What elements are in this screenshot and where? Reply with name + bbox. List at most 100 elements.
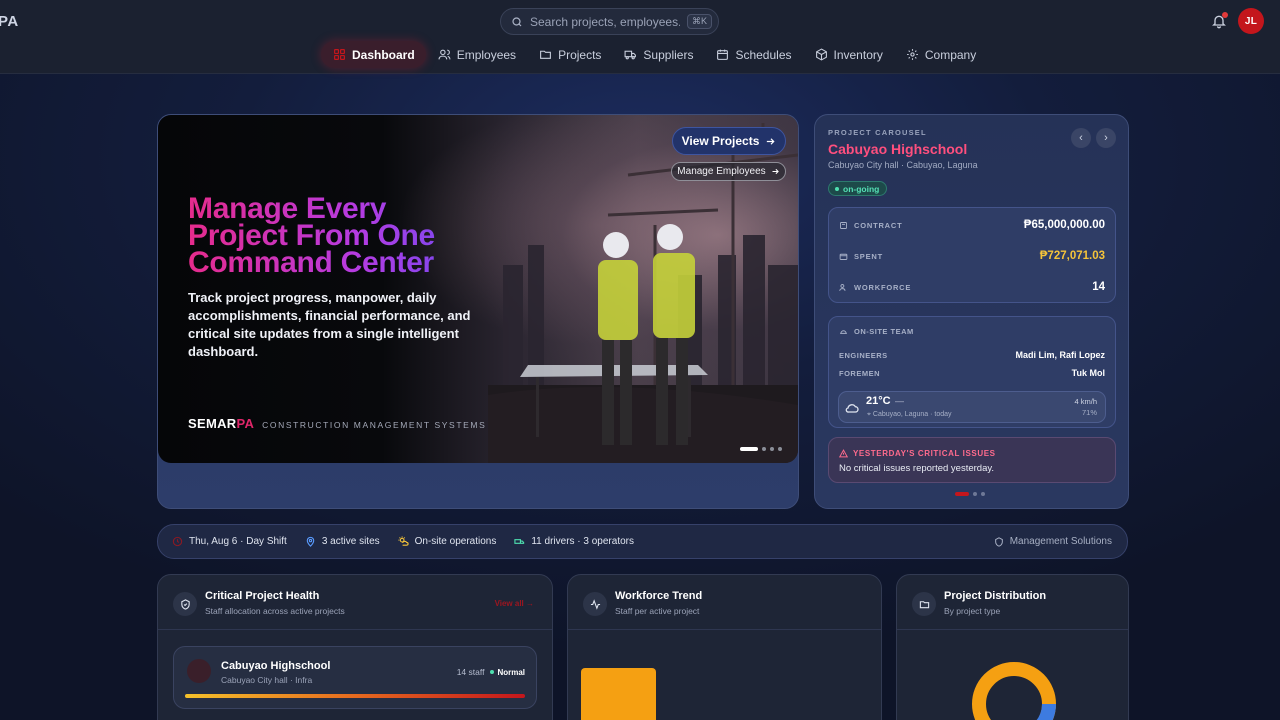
users-icon bbox=[839, 283, 846, 291]
nav-company[interactable]: Company bbox=[894, 41, 987, 68]
box-icon bbox=[815, 48, 827, 61]
status-dot bbox=[835, 186, 839, 191]
brand-logo: SEMARPA bbox=[188, 416, 255, 431]
carousel-dot[interactable] bbox=[981, 492, 985, 496]
sun-cloud-icon bbox=[398, 536, 409, 546]
search-box[interactable]: ⌘K bbox=[500, 8, 719, 35]
hardhat-icon bbox=[840, 330, 847, 334]
nav-inventory[interactable]: Inventory bbox=[803, 41, 894, 68]
brand-tagline: CONSTRUCTION MANAGEMENT SYSTEMS bbox=[262, 420, 487, 430]
nav-label: Inventory bbox=[833, 47, 883, 62]
card-header: Critical Project Health Staff allocation… bbox=[158, 575, 552, 630]
view-all-link[interactable]: View all → bbox=[495, 599, 534, 608]
foremen-row: FOREMEN Tuk Mol bbox=[839, 368, 1105, 378]
cloud-icon bbox=[845, 404, 859, 413]
carousel-dots bbox=[955, 492, 985, 496]
card-subtitle: By project type bbox=[944, 606, 1001, 616]
slide-dot[interactable] bbox=[762, 447, 766, 451]
carousel-next-button[interactable]: › bbox=[1096, 128, 1116, 148]
calendar-icon bbox=[717, 49, 729, 60]
issues-title: YESTERDAY'S CRITICAL ISSUES bbox=[839, 449, 996, 458]
search-shortcut: ⌘K bbox=[687, 14, 713, 29]
status-badge: on-going bbox=[828, 181, 888, 196]
card-title: Workforce Trend bbox=[615, 590, 703, 602]
hero-description: Track project progress, manpower, daily … bbox=[188, 290, 471, 359]
users-icon bbox=[438, 49, 451, 60]
operations-info: On-site operations bbox=[398, 536, 496, 547]
nav-label: Schedules bbox=[735, 47, 792, 62]
project-health-item[interactable]: Cabuyao Highschool Cabuyao City hall · I… bbox=[173, 646, 537, 709]
chevron-right-icon: › bbox=[1104, 132, 1108, 144]
nav-label: Dashboard bbox=[352, 47, 415, 62]
search-input[interactable] bbox=[530, 14, 680, 29]
card-subtitle: Staff allocation across active projects bbox=[205, 606, 345, 616]
weather-condition: — bbox=[895, 396, 904, 406]
staff-count: 14 staff bbox=[456, 667, 485, 677]
donut-segment-secondary[interactable] bbox=[1036, 703, 1056, 720]
nav-employees[interactable]: Employees bbox=[426, 41, 527, 68]
folder-icon bbox=[912, 592, 936, 616]
active-sites-info: 3 active sites bbox=[305, 536, 380, 547]
workforce-row: WORKFORCE 14 bbox=[839, 281, 1105, 293]
health-status: Normal bbox=[490, 668, 525, 677]
warning-icon bbox=[839, 449, 848, 458]
slide-dot-active[interactable] bbox=[740, 447, 758, 451]
card-subtitle: Staff per active project bbox=[615, 606, 700, 616]
user-avatar[interactable]: JL bbox=[1238, 8, 1264, 34]
weather-widget: 21°C — ⌖ Cabuyao, Laguna · today 4 km/h … bbox=[838, 391, 1106, 423]
onsite-team-box: ON-SITE TEAM ENGINEERS Madi Lim, Rafi Lo… bbox=[828, 316, 1116, 428]
carousel-prev-button[interactable]: ‹ bbox=[1071, 128, 1091, 148]
notification-dot bbox=[1222, 12, 1228, 18]
top-bar: PA ⌘K JL Dashboard Employees Projects Su… bbox=[0, 0, 1280, 74]
card-header: Project Distribution By project type bbox=[897, 575, 1128, 630]
project-meta: Cabuyao City hall · Infra bbox=[221, 675, 313, 685]
spent-value: ₱727,071.03 bbox=[1039, 250, 1105, 262]
gear-icon bbox=[906, 49, 918, 60]
shift-info: Thu, Aug 6 · Day Shift bbox=[172, 536, 287, 547]
carousel-dot-active[interactable] bbox=[955, 492, 969, 496]
workforce-value: 14 bbox=[1092, 281, 1105, 293]
fleet-info: 11 drivers · 3 operators bbox=[514, 536, 634, 547]
project-icon bbox=[187, 659, 211, 683]
financials-box: CONTRACT ₱65,000,000.00 SPENT ₱727,071.0… bbox=[828, 207, 1116, 303]
nav-dashboard[interactable]: Dashboard bbox=[321, 41, 426, 68]
contract-row: CONTRACT ₱65,000,000.00 bbox=[839, 219, 1105, 231]
manage-employees-button[interactable]: Manage Employees bbox=[671, 162, 786, 181]
card-title: Project Distribution bbox=[944, 590, 1047, 602]
app-brand[interactable]: PA bbox=[0, 13, 19, 30]
map-pin-icon bbox=[306, 536, 315, 547]
slide-dot[interactable] bbox=[778, 447, 782, 451]
workforce-trend-card: Workforce Trend Staff per active project bbox=[567, 574, 882, 720]
carousel-dot[interactable] bbox=[973, 492, 977, 496]
slide-dot[interactable] bbox=[770, 447, 774, 451]
view-projects-button[interactable]: View Projects bbox=[672, 127, 786, 155]
project-name: Cabuyao Highschool bbox=[221, 660, 331, 672]
donut-segment-primary[interactable] bbox=[972, 662, 1056, 720]
dashboard-icon bbox=[334, 49, 345, 60]
trend-bar[interactable] bbox=[581, 668, 656, 720]
nav-suppliers[interactable]: Suppliers bbox=[612, 41, 704, 68]
team-header: ON-SITE TEAM bbox=[839, 327, 914, 336]
issues-text: No critical issues reported yesterday. bbox=[839, 463, 995, 474]
health-progress-bar bbox=[185, 694, 525, 698]
project-health-card: Critical Project Health Staff allocation… bbox=[157, 574, 553, 720]
truck-icon bbox=[514, 539, 525, 544]
card-title: Critical Project Health bbox=[205, 590, 320, 602]
status-strip: Thu, Aug 6 · Day Shift 3 active sites On… bbox=[157, 524, 1128, 559]
project-name[interactable]: Cabuyao Highschool bbox=[828, 141, 967, 157]
carousel-kicker: PROJECT CAROUSEL bbox=[828, 128, 927, 137]
wallet-icon bbox=[839, 253, 848, 260]
nav-label: Employees bbox=[456, 47, 517, 62]
arrow-right-icon bbox=[772, 168, 779, 175]
folder-icon bbox=[540, 50, 551, 59]
chevron-left-icon: ‹ bbox=[1079, 132, 1083, 144]
distribution-donut bbox=[972, 662, 1056, 720]
weather-humidity: 71% bbox=[1081, 408, 1097, 417]
hero-slide-dots bbox=[740, 447, 782, 451]
project-location: Cabuyao City hall · Cabuyao, Laguna bbox=[828, 160, 978, 170]
nav-projects[interactable]: Projects bbox=[527, 41, 612, 68]
project-distribution-card: Project Distribution By project type bbox=[896, 574, 1129, 720]
nav-label: Suppliers bbox=[643, 47, 694, 62]
nav-schedules[interactable]: Schedules bbox=[704, 41, 802, 68]
management-solutions[interactable]: Management Solutions bbox=[994, 536, 1112, 547]
